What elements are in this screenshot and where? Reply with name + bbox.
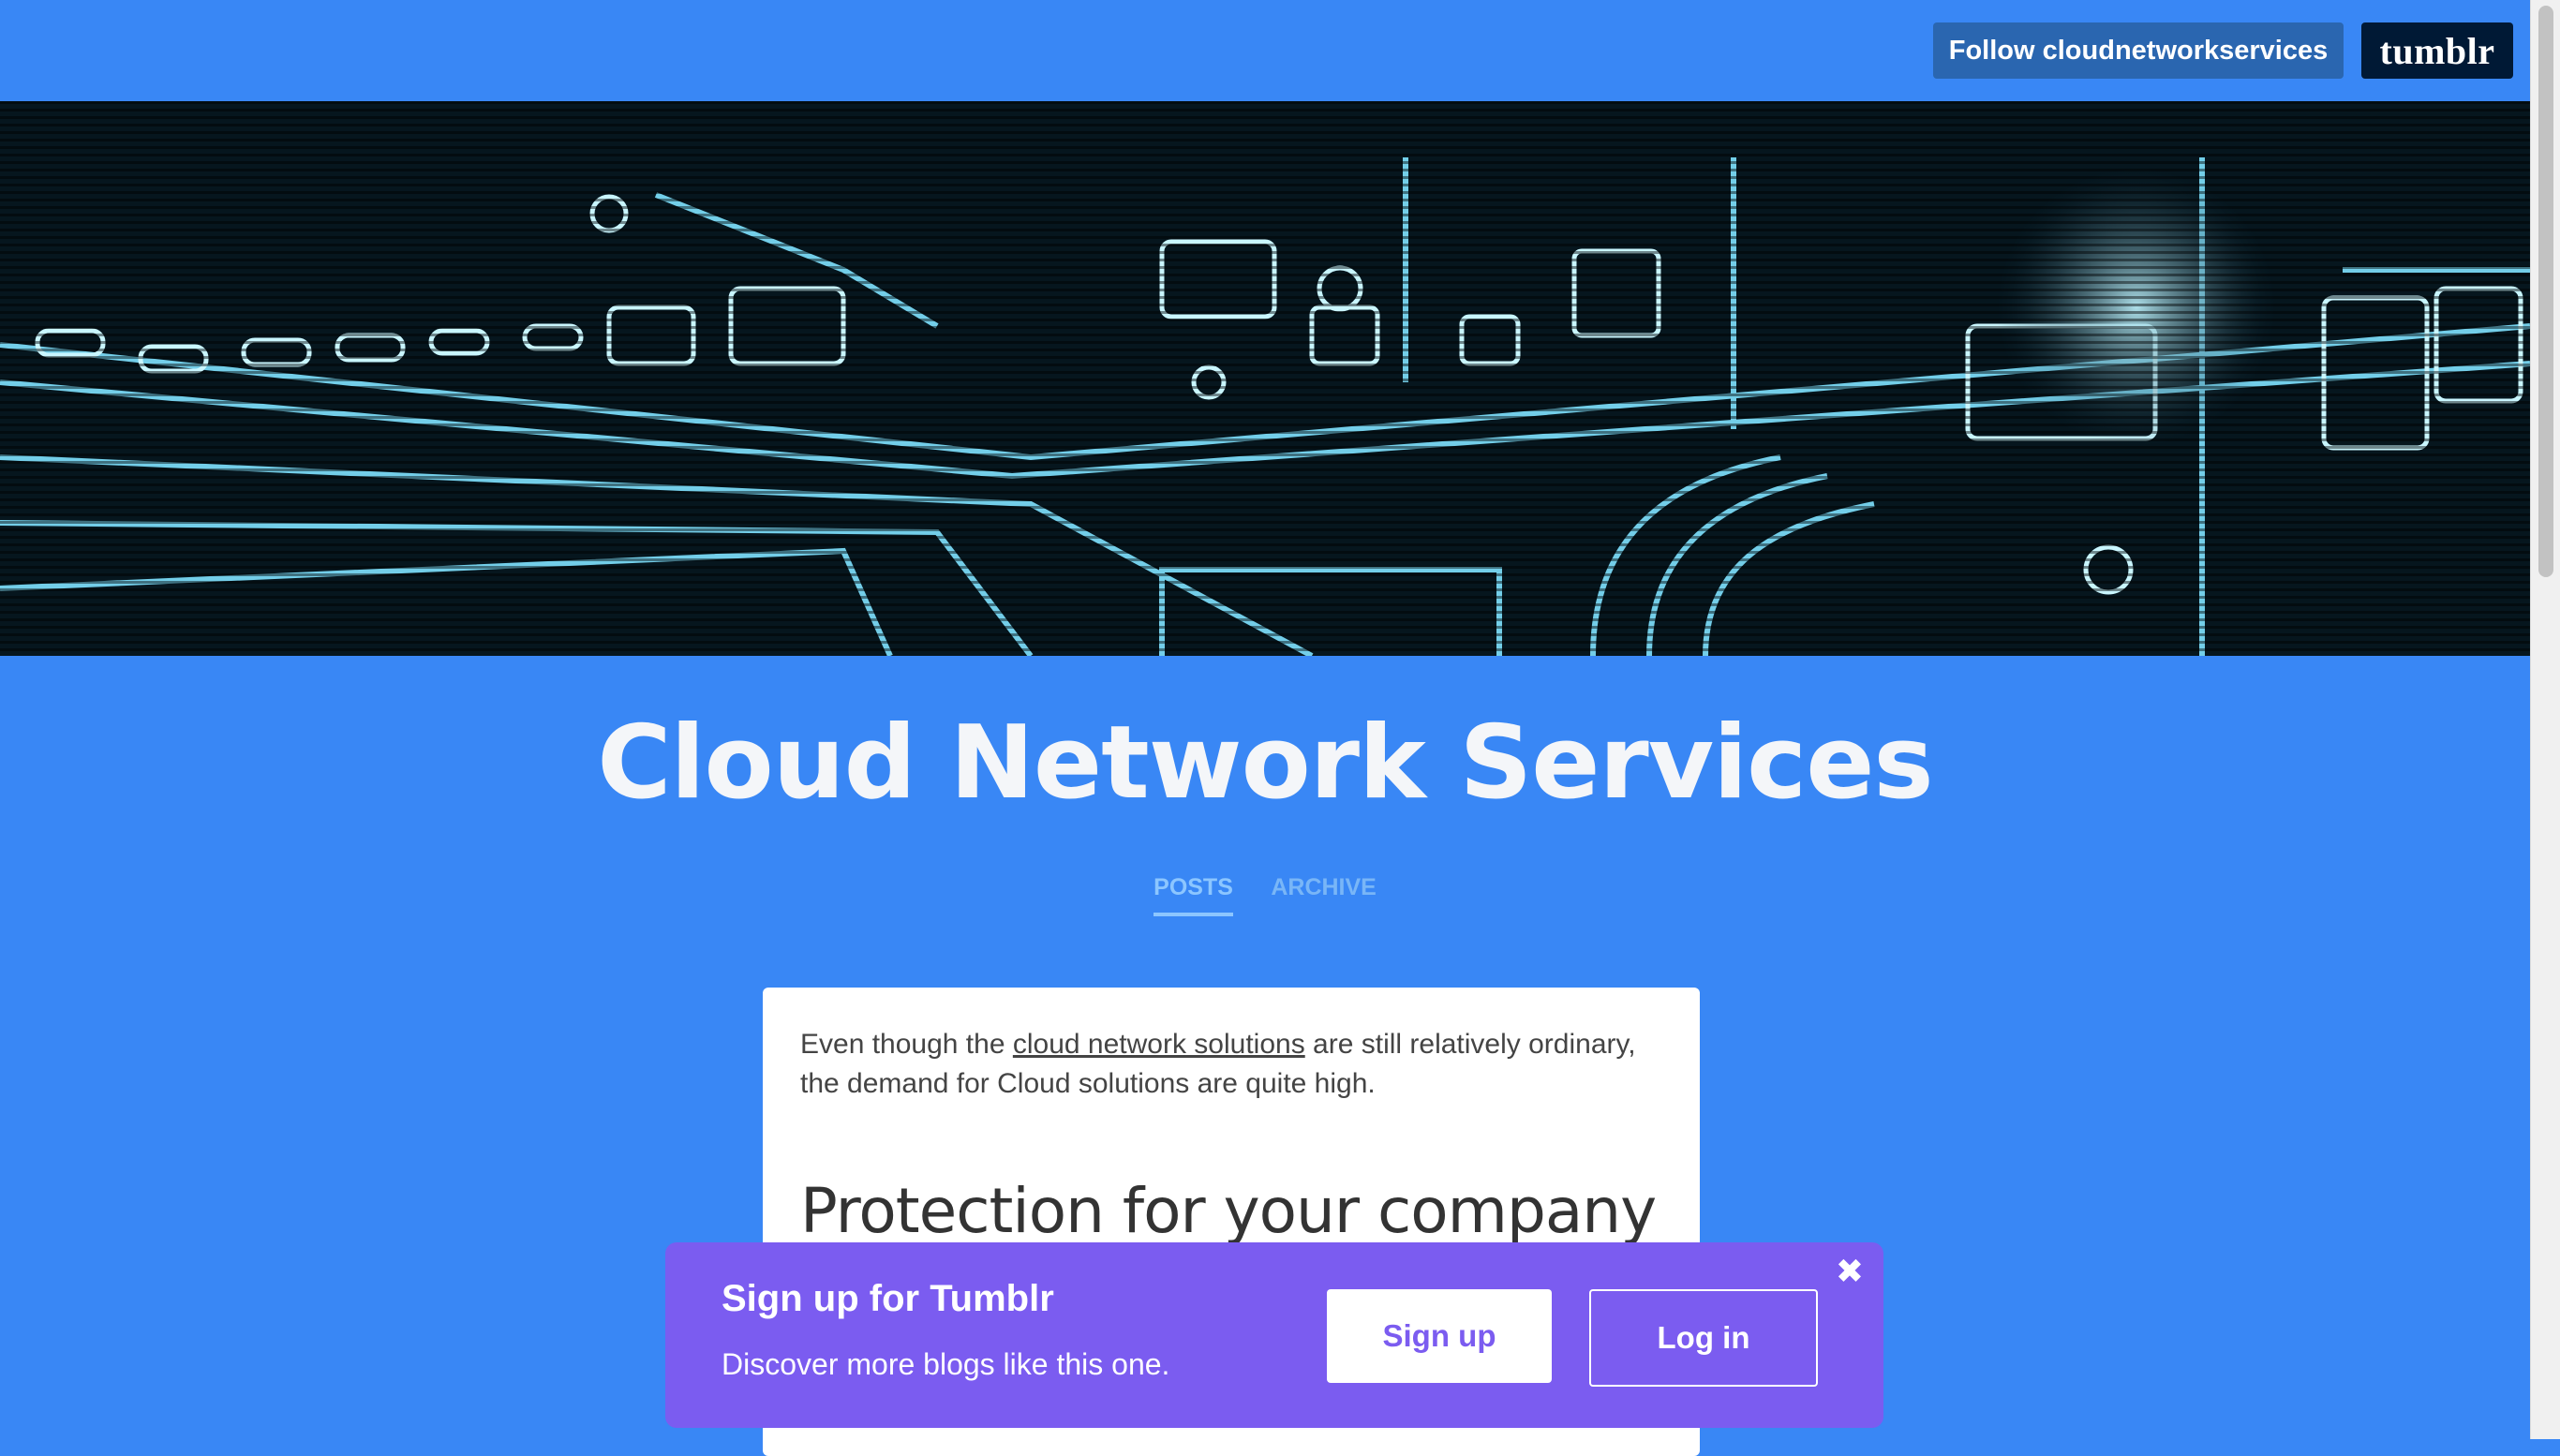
close-icon[interactable]: ✖ xyxy=(1831,1254,1868,1291)
blog-nav: POSTS ARCHIVE xyxy=(0,874,2530,916)
blog-title: Cloud Network Services xyxy=(597,705,1933,822)
signup-subtitle: Discover more blogs like this one. xyxy=(722,1347,1170,1381)
header-banner-image xyxy=(0,101,2530,656)
signup-button[interactable]: Sign up xyxy=(1327,1289,1552,1383)
login-button[interactable]: Log in xyxy=(1589,1289,1818,1387)
follow-button[interactable]: Follow cloudnetworkservices xyxy=(1933,22,2344,79)
post-body: Even though the cloud network solutions … xyxy=(800,1025,1662,1104)
page-scrollbar[interactable] xyxy=(2530,0,2560,1439)
cloud-network-solutions-link[interactable]: cloud network solutions xyxy=(1013,1029,1305,1060)
tab-posts[interactable]: POSTS xyxy=(1153,874,1233,916)
top-bar: Follow cloudnetworkservices tumblr xyxy=(0,0,2530,101)
tab-archive[interactable]: ARCHIVE xyxy=(1271,874,1377,913)
signup-banner: Sign up for Tumblr Discover more blogs l… xyxy=(665,1242,1883,1428)
signup-title: Sign up for Tumblr xyxy=(722,1278,1054,1319)
post-text-start: Even though the xyxy=(800,1029,1013,1060)
tumblr-logo[interactable]: tumblr xyxy=(2361,22,2513,79)
scrollbar-thumb[interactable] xyxy=(2538,6,2553,577)
post-heading: Protection for your company xyxy=(800,1175,1657,1247)
